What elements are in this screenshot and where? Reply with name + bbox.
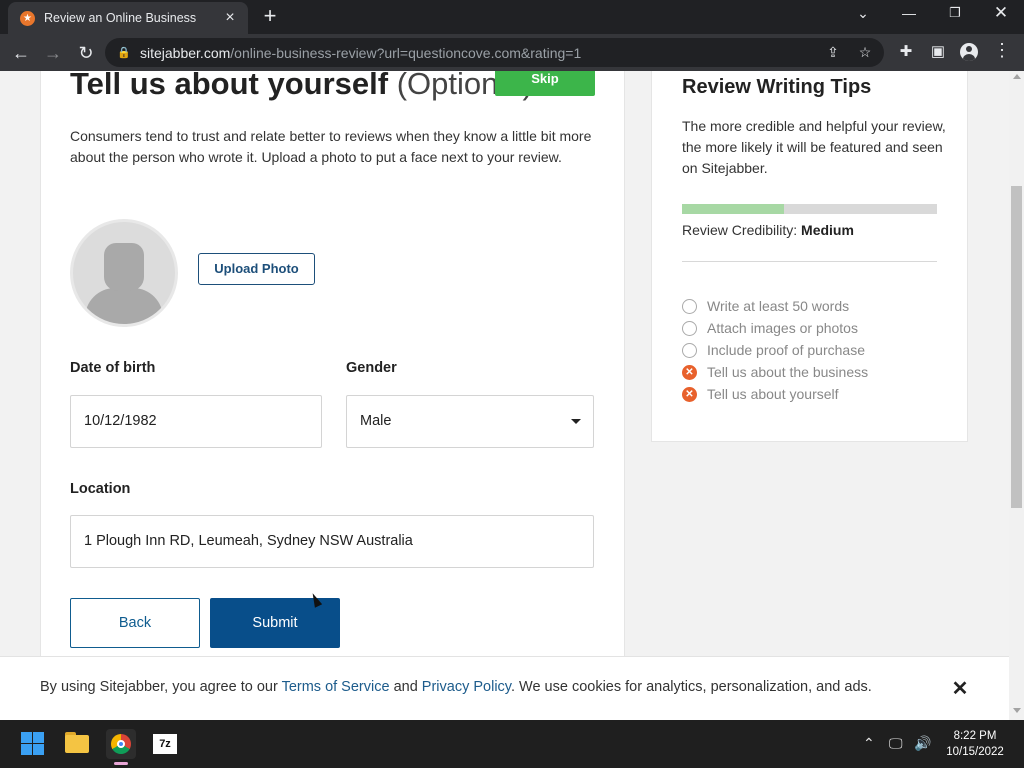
credibility-value: Medium (801, 222, 854, 238)
dropdown-arrow-icon (571, 419, 581, 424)
cookie-close-icon[interactable]: ✕ (950, 676, 970, 701)
back-button[interactable]: Back (70, 598, 200, 648)
dob-label: Date of birth (70, 360, 156, 376)
volume-icon[interactable]: 🔊 (914, 735, 931, 752)
skip-button[interactable]: Skip (495, 71, 595, 96)
windows-start-icon[interactable] (18, 729, 48, 759)
credibility-bar (682, 204, 937, 214)
tab-title: Review an Online Business (44, 11, 197, 25)
clock-time: 8:22 PM (953, 730, 997, 742)
restore-icon[interactable]: ❐ (944, 5, 966, 21)
system-clock[interactable]: 8:22 PM 10/15/2022 (940, 728, 1010, 760)
person-silhouette-icon (85, 288, 163, 324)
upload-photo-button[interactable]: Upload Photo (198, 253, 315, 285)
windows-taskbar: 7z ⌃ 🖵 🔊 8:22 PM 10/15/2022 (0, 720, 1024, 768)
privacy-link[interactable]: Privacy Policy (422, 679, 511, 695)
chevron-up-icon[interactable]: ⌃ (863, 735, 875, 752)
terms-link[interactable]: Terms of Service (282, 679, 390, 695)
file-explorer-icon[interactable] (62, 729, 92, 759)
browser-tab-bar: ★ Review an Online Business × + ⌄ — ❐ ✕ (0, 0, 1024, 34)
lock-icon[interactable]: 🔒 (117, 46, 131, 60)
forward-arrow-icon[interactable]: → (41, 41, 65, 65)
page-viewport: Tell us about yourself (Optional) Skip C… (0, 71, 1009, 720)
empty-circle-icon (682, 342, 697, 358)
back-arrow-icon[interactable]: ← (9, 41, 33, 65)
page-scrollbar[interactable] (1009, 71, 1024, 720)
side-panel-icon[interactable]: ▣ (928, 42, 948, 60)
list-item: ✕ Tell us about the business (682, 361, 868, 383)
avatar-placeholder (70, 219, 178, 327)
scroll-down-arrow-icon[interactable] (1013, 708, 1021, 713)
review-tips-card: Review Writing Tips The more credible an… (651, 71, 968, 442)
gender-value: Male (360, 413, 392, 429)
7zip-icon[interactable]: 7z (150, 729, 180, 759)
window-close-icon[interactable]: ✕ (990, 3, 1012, 23)
address-bar[interactable]: 🔒 sitejabber.com/online-business-review?… (105, 38, 884, 67)
extensions-puzzle-icon[interactable]: ✚ (896, 42, 916, 60)
location-field[interactable]: 1 Plough Inn RD, Leumeah, Sydney NSW Aus… (70, 515, 594, 568)
empty-circle-icon (682, 298, 697, 314)
bookmark-star-icon[interactable]: ☆ (856, 44, 874, 61)
tips-title: Review Writing Tips (682, 76, 872, 98)
active-app-indicator (114, 762, 128, 765)
credibility-label: Review Credibility: Medium (682, 222, 854, 238)
list-item: ✕ Tell us about yourself (682, 383, 868, 405)
browser-tab[interactable]: ★ Review an Online Business × (8, 2, 248, 34)
list-item: Include proof of purchase (682, 339, 868, 361)
x-circle-icon: ✕ (682, 386, 697, 402)
clock-date: 10/15/2022 (946, 746, 1004, 758)
page-title: Tell us about yourself (Optional) (70, 71, 533, 101)
about-yourself-card: Tell us about yourself (Optional) Skip C… (40, 71, 625, 720)
minimize-icon[interactable]: — (898, 5, 920, 21)
submit-button[interactable]: Submit (210, 598, 340, 648)
dob-field[interactable]: 10/12/1982 (70, 395, 322, 448)
cookie-banner: By using Sitejabber, you agree to our Te… (0, 656, 1009, 720)
cookie-text: By using Sitejabber, you agree to our Te… (40, 679, 872, 695)
browser-toolbar: ← → ↻ 🔒 sitejabber.com/online-business-r… (0, 34, 1024, 71)
empty-circle-icon (682, 320, 697, 336)
list-item: Attach images or photos (682, 317, 868, 339)
tab-close-icon[interactable]: × (222, 9, 238, 27)
profile-avatar-icon[interactable] (959, 42, 979, 61)
network-icon[interactable]: 🖵 (889, 735, 903, 752)
chrome-menu-icon[interactable]: ⋮ (992, 40, 1012, 61)
scroll-thumb[interactable] (1011, 186, 1022, 508)
intro-text: Consumers tend to trust and relate bette… (70, 128, 592, 165)
sitejabber-favicon-icon: ★ (20, 10, 35, 26)
credibility-bar-fill (682, 204, 784, 214)
gender-select[interactable]: Male (346, 395, 594, 448)
x-circle-icon: ✕ (682, 364, 697, 380)
list-item: Write at least 50 words (682, 295, 868, 317)
tab-search-icon[interactable]: ⌄ (852, 5, 874, 22)
reload-icon[interactable]: ↻ (74, 41, 98, 65)
location-label: Location (70, 481, 131, 497)
url-text: sitejabber.com/online-business-review?ur… (140, 44, 582, 61)
scroll-up-arrow-icon[interactable] (1013, 74, 1021, 79)
tips-text: The more credible and helpful your revie… (682, 118, 946, 176)
divider (682, 261, 937, 262)
chrome-icon[interactable] (106, 729, 136, 759)
share-icon[interactable]: ⇪ (824, 44, 842, 61)
new-tab-icon[interactable]: + (259, 5, 281, 27)
gender-label: Gender (346, 360, 397, 376)
tips-checklist: Write at least 50 words Attach images or… (682, 295, 868, 405)
